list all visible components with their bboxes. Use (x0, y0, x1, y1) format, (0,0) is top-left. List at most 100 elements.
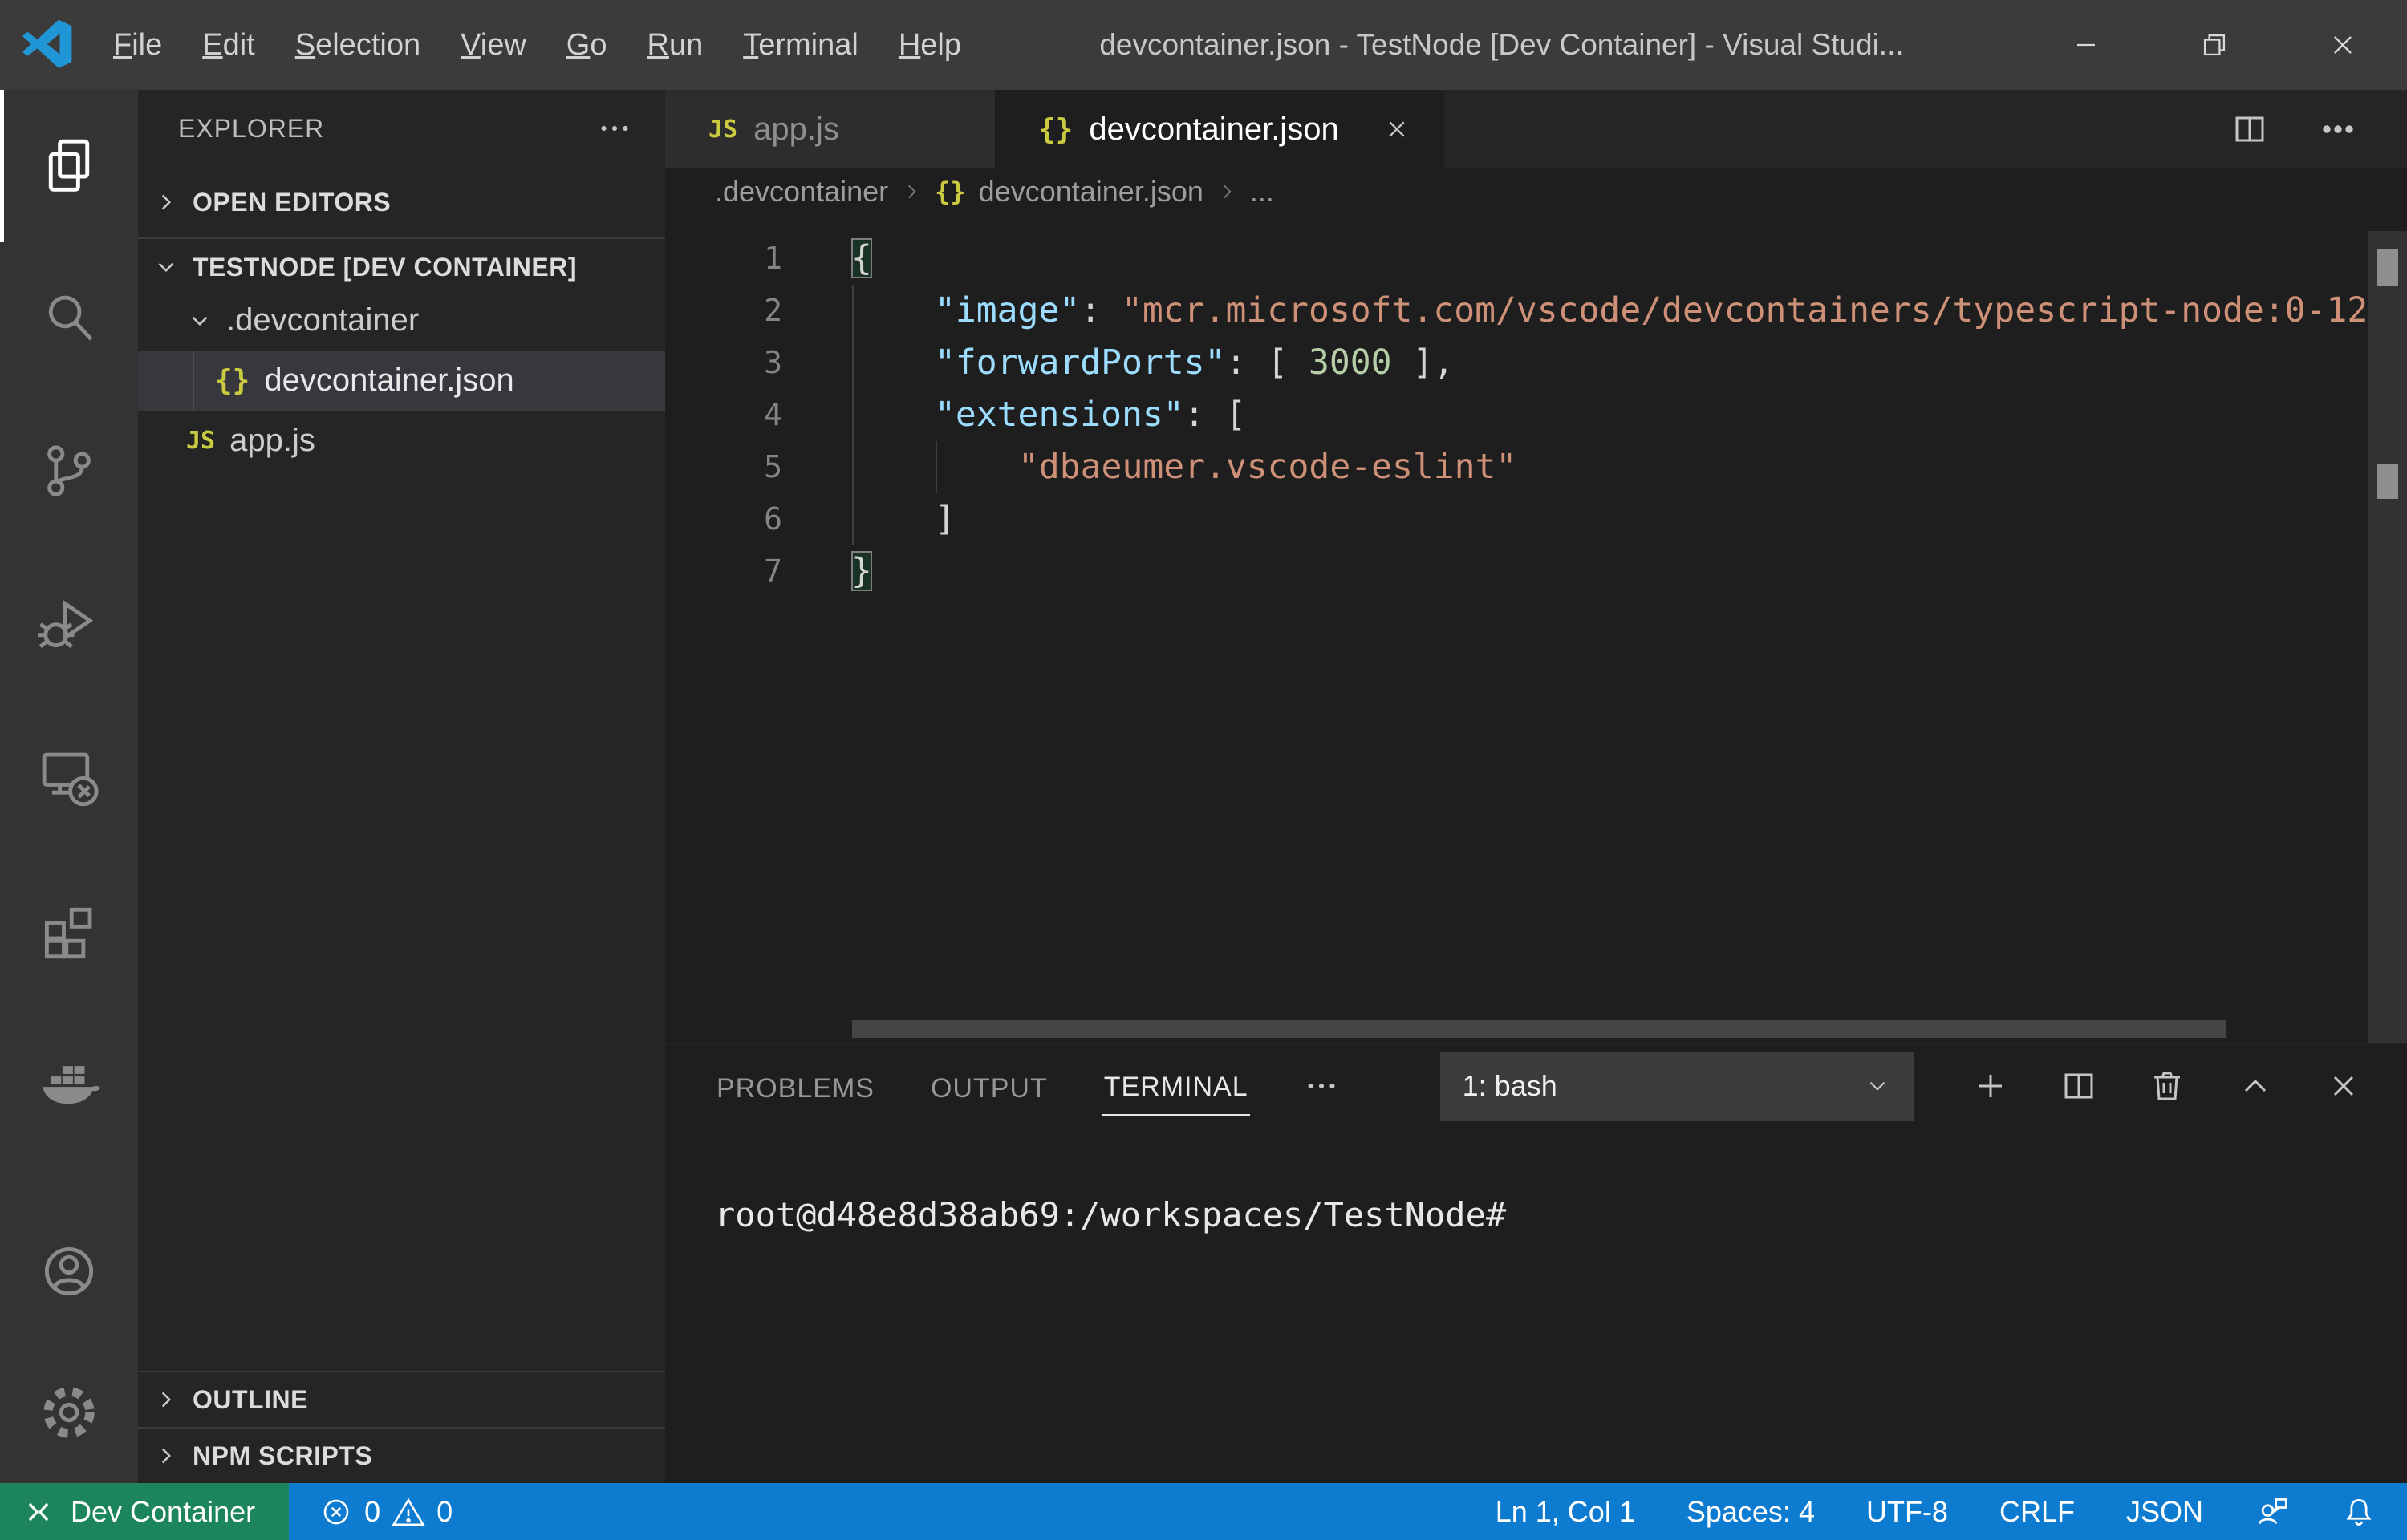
minimize-button[interactable] (2022, 0, 2150, 90)
warning-count: 0 (436, 1495, 453, 1529)
tab-devcontainer-json[interactable]: {} devcontainer.json (995, 90, 1444, 168)
search-icon (38, 287, 100, 350)
chevron-right-icon (901, 181, 922, 202)
activity-settings[interactable] (0, 1342, 138, 1483)
activity-account[interactable] (0, 1201, 138, 1342)
close-tab-icon[interactable] (1382, 114, 1412, 144)
activity-source-control[interactable] (0, 395, 138, 547)
cursor-position[interactable]: Ln 1, Col 1 (1496, 1495, 1635, 1529)
code-editor[interactable]: 1 { 2 "image": "mcr.microsoft.com/vscode… (665, 215, 2407, 1043)
editor-group: JS app.js {} devcontainer.json .devconta… (665, 90, 2407, 1483)
sidebar-explorer: EXPLORER OPEN EDITORS TESTNODE [DEV CONT… (138, 90, 665, 1483)
error-count: 0 (364, 1495, 380, 1529)
run-debug-icon (38, 592, 100, 654)
menu-help[interactable]: Help (879, 17, 981, 74)
maximize-panel-icon[interactable] (2236, 1067, 2275, 1105)
breadcrumb-more[interactable]: ... (1250, 175, 1274, 209)
encoding[interactable]: UTF-8 (1866, 1495, 1948, 1529)
breadcrumb-file[interactable]: devcontainer.json (979, 175, 1204, 209)
vertical-scrollbar[interactable] (2368, 231, 2407, 1043)
sidebar-title: EXPLORER (178, 114, 324, 144)
menu-selection[interactable]: Selection (275, 17, 440, 74)
close-panel-icon[interactable] (2324, 1067, 2363, 1105)
code-line-2: 2 "image": "mcr.microsoft.com/vscode/dev… (665, 285, 2368, 337)
remote-icon (21, 1494, 56, 1530)
js-icon: JS (186, 427, 215, 455)
npm-scripts-label: NPM SCRIPTS (193, 1441, 372, 1471)
open-editors-label: OPEN EDITORS (193, 188, 391, 217)
account-icon (38, 1240, 100, 1303)
chevron-down-icon (186, 307, 213, 334)
section-outline[interactable]: OUTLINE (138, 1371, 665, 1427)
language-mode[interactable]: JSON (2126, 1495, 2203, 1529)
remote-indicator[interactable]: Dev Container (0, 1483, 289, 1540)
tree-item-app-js[interactable]: JS app.js (138, 411, 665, 471)
remote-label: Dev Container (71, 1495, 255, 1529)
js-icon: JS (708, 116, 737, 144)
tree-item-devcontainer-folder[interactable]: .devcontainer (138, 290, 665, 351)
terminal-select-value: 1: bash (1463, 1069, 1557, 1103)
menu-file[interactable]: File (93, 17, 182, 74)
files-icon (38, 135, 100, 197)
kill-terminal-icon[interactable] (2148, 1067, 2186, 1105)
minimize-icon (2068, 27, 2104, 63)
activity-extensions[interactable] (0, 852, 138, 1004)
tree-item-devcontainer-json[interactable]: {} devcontainer.json (138, 351, 665, 411)
chevron-down-icon (152, 253, 180, 281)
split-editor-icon[interactable] (2230, 110, 2269, 148)
tab-terminal[interactable]: TERMINAL (1102, 1056, 1250, 1116)
eol-sequence[interactable]: CRLF (1999, 1495, 2075, 1529)
tab-problems[interactable]: PROBLEMS (715, 1057, 876, 1116)
window-controls (2022, 0, 2407, 90)
problems-summary[interactable]: 0 0 (319, 1495, 453, 1529)
chevron-right-icon (152, 188, 180, 216)
remote-explorer-icon (38, 744, 100, 807)
feedback-icon[interactable] (2255, 1494, 2290, 1530)
code-line-3: 3 "forwardPorts": [ 3000 ], (665, 337, 2368, 389)
activity-docker[interactable] (0, 1004, 138, 1157)
restore-button[interactable] (2150, 0, 2279, 90)
activity-search[interactable] (0, 242, 138, 395)
menu-view[interactable]: View (440, 17, 546, 74)
section-open-editors[interactable]: OPEN EDITORS (138, 167, 665, 239)
section-npm-scripts[interactable]: NPM SCRIPTS (138, 1427, 665, 1483)
sidebar-bottom-sections: OUTLINE NPM SCRIPTS (138, 1371, 665, 1483)
json-braces-icon: {} (935, 176, 966, 207)
code-line-1: 1 { (665, 233, 2368, 285)
tab-bar: JS app.js {} devcontainer.json (665, 90, 2407, 168)
activity-run-debug[interactable] (0, 547, 138, 699)
sidebar-header: EXPLORER (138, 90, 665, 167)
folder-name: .devcontainer (226, 302, 419, 338)
breadcrumb-folder[interactable]: .devcontainer (715, 175, 888, 209)
code-line-6: 6 ] (665, 493, 2368, 545)
file-name: app.js (229, 423, 315, 459)
menu-run[interactable]: Run (627, 17, 724, 74)
sidebar-more-actions-icon[interactable] (596, 110, 633, 147)
vscode-logo (22, 20, 72, 70)
chevron-down-icon (1864, 1072, 1891, 1100)
terminal-prompt[interactable]: root@d48e8d38ab69:/workspaces/TestNode# (715, 1195, 1506, 1234)
bell-icon[interactable] (2341, 1494, 2377, 1530)
menu-go[interactable]: Go (546, 17, 627, 74)
indentation[interactable]: Spaces: 4 (1687, 1495, 1815, 1529)
menu-edit[interactable]: Edit (182, 17, 275, 74)
extensions-icon (38, 897, 100, 959)
editor-more-actions-icon[interactable] (2319, 110, 2357, 148)
tab-label: devcontainer.json (1089, 111, 1338, 148)
new-terminal-icon[interactable] (1971, 1067, 2010, 1105)
panel-more-tabs-icon[interactable] (1303, 1068, 1340, 1104)
activity-remote-explorer[interactable] (0, 699, 138, 852)
settings-gear-icon (38, 1381, 100, 1444)
activity-bar (0, 90, 138, 1483)
tab-app-js[interactable]: JS app.js (665, 90, 995, 168)
title-bar: File Edit Selection View Go Run Terminal… (0, 0, 2407, 90)
close-window-button[interactable] (2279, 0, 2407, 90)
chevron-right-icon (152, 1386, 180, 1413)
section-workspace[interactable]: TESTNODE [DEV CONTAINER] (138, 244, 665, 290)
menu-terminal[interactable]: Terminal (723, 17, 879, 74)
tab-output[interactable]: OUTPUT (929, 1057, 1049, 1116)
split-terminal-icon[interactable] (2060, 1067, 2098, 1105)
horizontal-scrollbar[interactable] (852, 1020, 2226, 1038)
terminal-select[interactable]: 1: bash (1440, 1052, 1914, 1121)
activity-explorer[interactable] (0, 90, 138, 242)
